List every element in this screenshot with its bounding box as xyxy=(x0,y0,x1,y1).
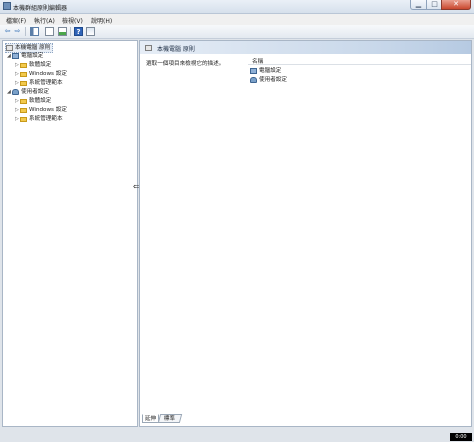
tree-node-label: Windows 設定 xyxy=(29,71,67,77)
list-item-label: 使用者設定 xyxy=(259,77,287,83)
list-item-label: 電腦設定 xyxy=(259,68,282,74)
minimize-button[interactable]: ▁ xyxy=(410,0,427,10)
folder-icon xyxy=(20,107,27,113)
filter-view-icon[interactable] xyxy=(86,27,95,36)
tree-node-user-config[interactable]: ◢ 使用者設定 xyxy=(7,88,49,96)
tab-standard-label: 標準 xyxy=(164,416,176,422)
user-config-icon xyxy=(12,89,19,95)
toolbar-separator xyxy=(25,27,26,36)
list-item-computer-config[interactable]: 電腦設定 xyxy=(250,67,281,75)
tree-pane: 本機電腦 原則 ◢ 電腦設定 ▷ 軟體設定 ▷ Windows 設定 ▷ 系統管理範本 … xyxy=(2,40,138,427)
video-timestamp: 0:00 xyxy=(450,433,472,441)
description-text: 選取一個項目來檢視它的描述。 xyxy=(146,61,225,67)
computer-config-icon xyxy=(12,53,19,59)
show-hide-tree-icon[interactable] xyxy=(30,27,39,36)
menu-help[interactable]: 說明(H) xyxy=(91,16,112,25)
title-bar: 本機群組原則編輯器 ▁ □ ✕ xyxy=(0,0,474,14)
tree-node-windows-settings[interactable]: ▷ Windows 設定 xyxy=(15,70,67,78)
tree-node-label: 系統管理範本 xyxy=(29,116,63,122)
tab-extended[interactable]: 延伸 xyxy=(142,414,159,423)
menu-view[interactable]: 檢視(V) xyxy=(62,16,83,25)
tree-node-computer-config[interactable]: ◢ 電腦設定 xyxy=(7,52,43,60)
window-title: 本機群組原則編輯器 xyxy=(13,5,68,12)
tree-node-admin-templates[interactable]: ▷ 系統管理範本 xyxy=(15,115,63,123)
tree-node-software-settings[interactable]: ▷ 軟體設定 xyxy=(15,97,51,105)
details-header-title: 本機電腦 原則 xyxy=(157,46,195,53)
status-bar xyxy=(0,428,474,442)
folder-icon xyxy=(20,62,27,68)
tree-node-label: Windows 設定 xyxy=(29,107,67,113)
toolbar: ⇦ ⇨ ? xyxy=(0,25,474,39)
back-arrow-icon[interactable]: ⇦ xyxy=(3,27,12,36)
folder-icon xyxy=(20,116,27,122)
properties-icon[interactable] xyxy=(45,27,54,36)
folder-icon xyxy=(20,80,27,86)
tree-node-label: 電腦設定 xyxy=(21,53,44,59)
policy-icon xyxy=(6,45,13,51)
tree-node-windows-settings[interactable]: ▷ Windows 設定 xyxy=(15,106,67,114)
help-icon[interactable]: ? xyxy=(74,27,83,36)
tree-node-software-settings[interactable]: ▷ 軟體設定 xyxy=(15,61,51,69)
policy-icon xyxy=(145,45,152,51)
forward-arrow-icon[interactable]: ⇨ xyxy=(13,27,22,36)
column-header-label: 名稱 xyxy=(252,59,264,65)
list-item-user-config[interactable]: 使用者設定 xyxy=(250,76,287,84)
computer-config-icon xyxy=(250,68,257,74)
menu-file[interactable]: 檔案(F) xyxy=(6,16,26,25)
menu-bar: 檔案(F) 執行(A) 檢視(V) 說明(H) xyxy=(0,14,474,25)
tree-root-label: 本機電腦 原則 xyxy=(15,45,51,51)
details-header: 本機電腦 原則 xyxy=(140,41,471,54)
tree-node-label: 軟體設定 xyxy=(29,62,52,68)
menu-action[interactable]: 執行(A) xyxy=(34,16,55,25)
column-header-name[interactable]: 名稱 xyxy=(248,56,471,65)
folder-icon xyxy=(20,98,27,104)
gpedit-app-icon xyxy=(3,2,11,10)
tab-standard[interactable]: 標準 xyxy=(157,414,183,423)
close-button[interactable]: ✕ xyxy=(441,0,471,10)
tree-node-label: 軟體設定 xyxy=(29,98,52,104)
tree-node-label: 使用者設定 xyxy=(21,89,49,95)
toolbar-separator xyxy=(70,27,71,36)
user-config-icon xyxy=(250,77,257,83)
folder-icon xyxy=(20,71,27,77)
details-pane: 本機電腦 原則 選取一個項目來檢視它的描述。 名稱 電腦設定 使用者設定 延伸 … xyxy=(139,40,472,427)
tree-node-label: 系統管理範本 xyxy=(29,80,63,86)
export-list-icon[interactable] xyxy=(58,27,67,36)
tree-node-admin-templates[interactable]: ▷ 系統管理範本 xyxy=(15,79,63,87)
